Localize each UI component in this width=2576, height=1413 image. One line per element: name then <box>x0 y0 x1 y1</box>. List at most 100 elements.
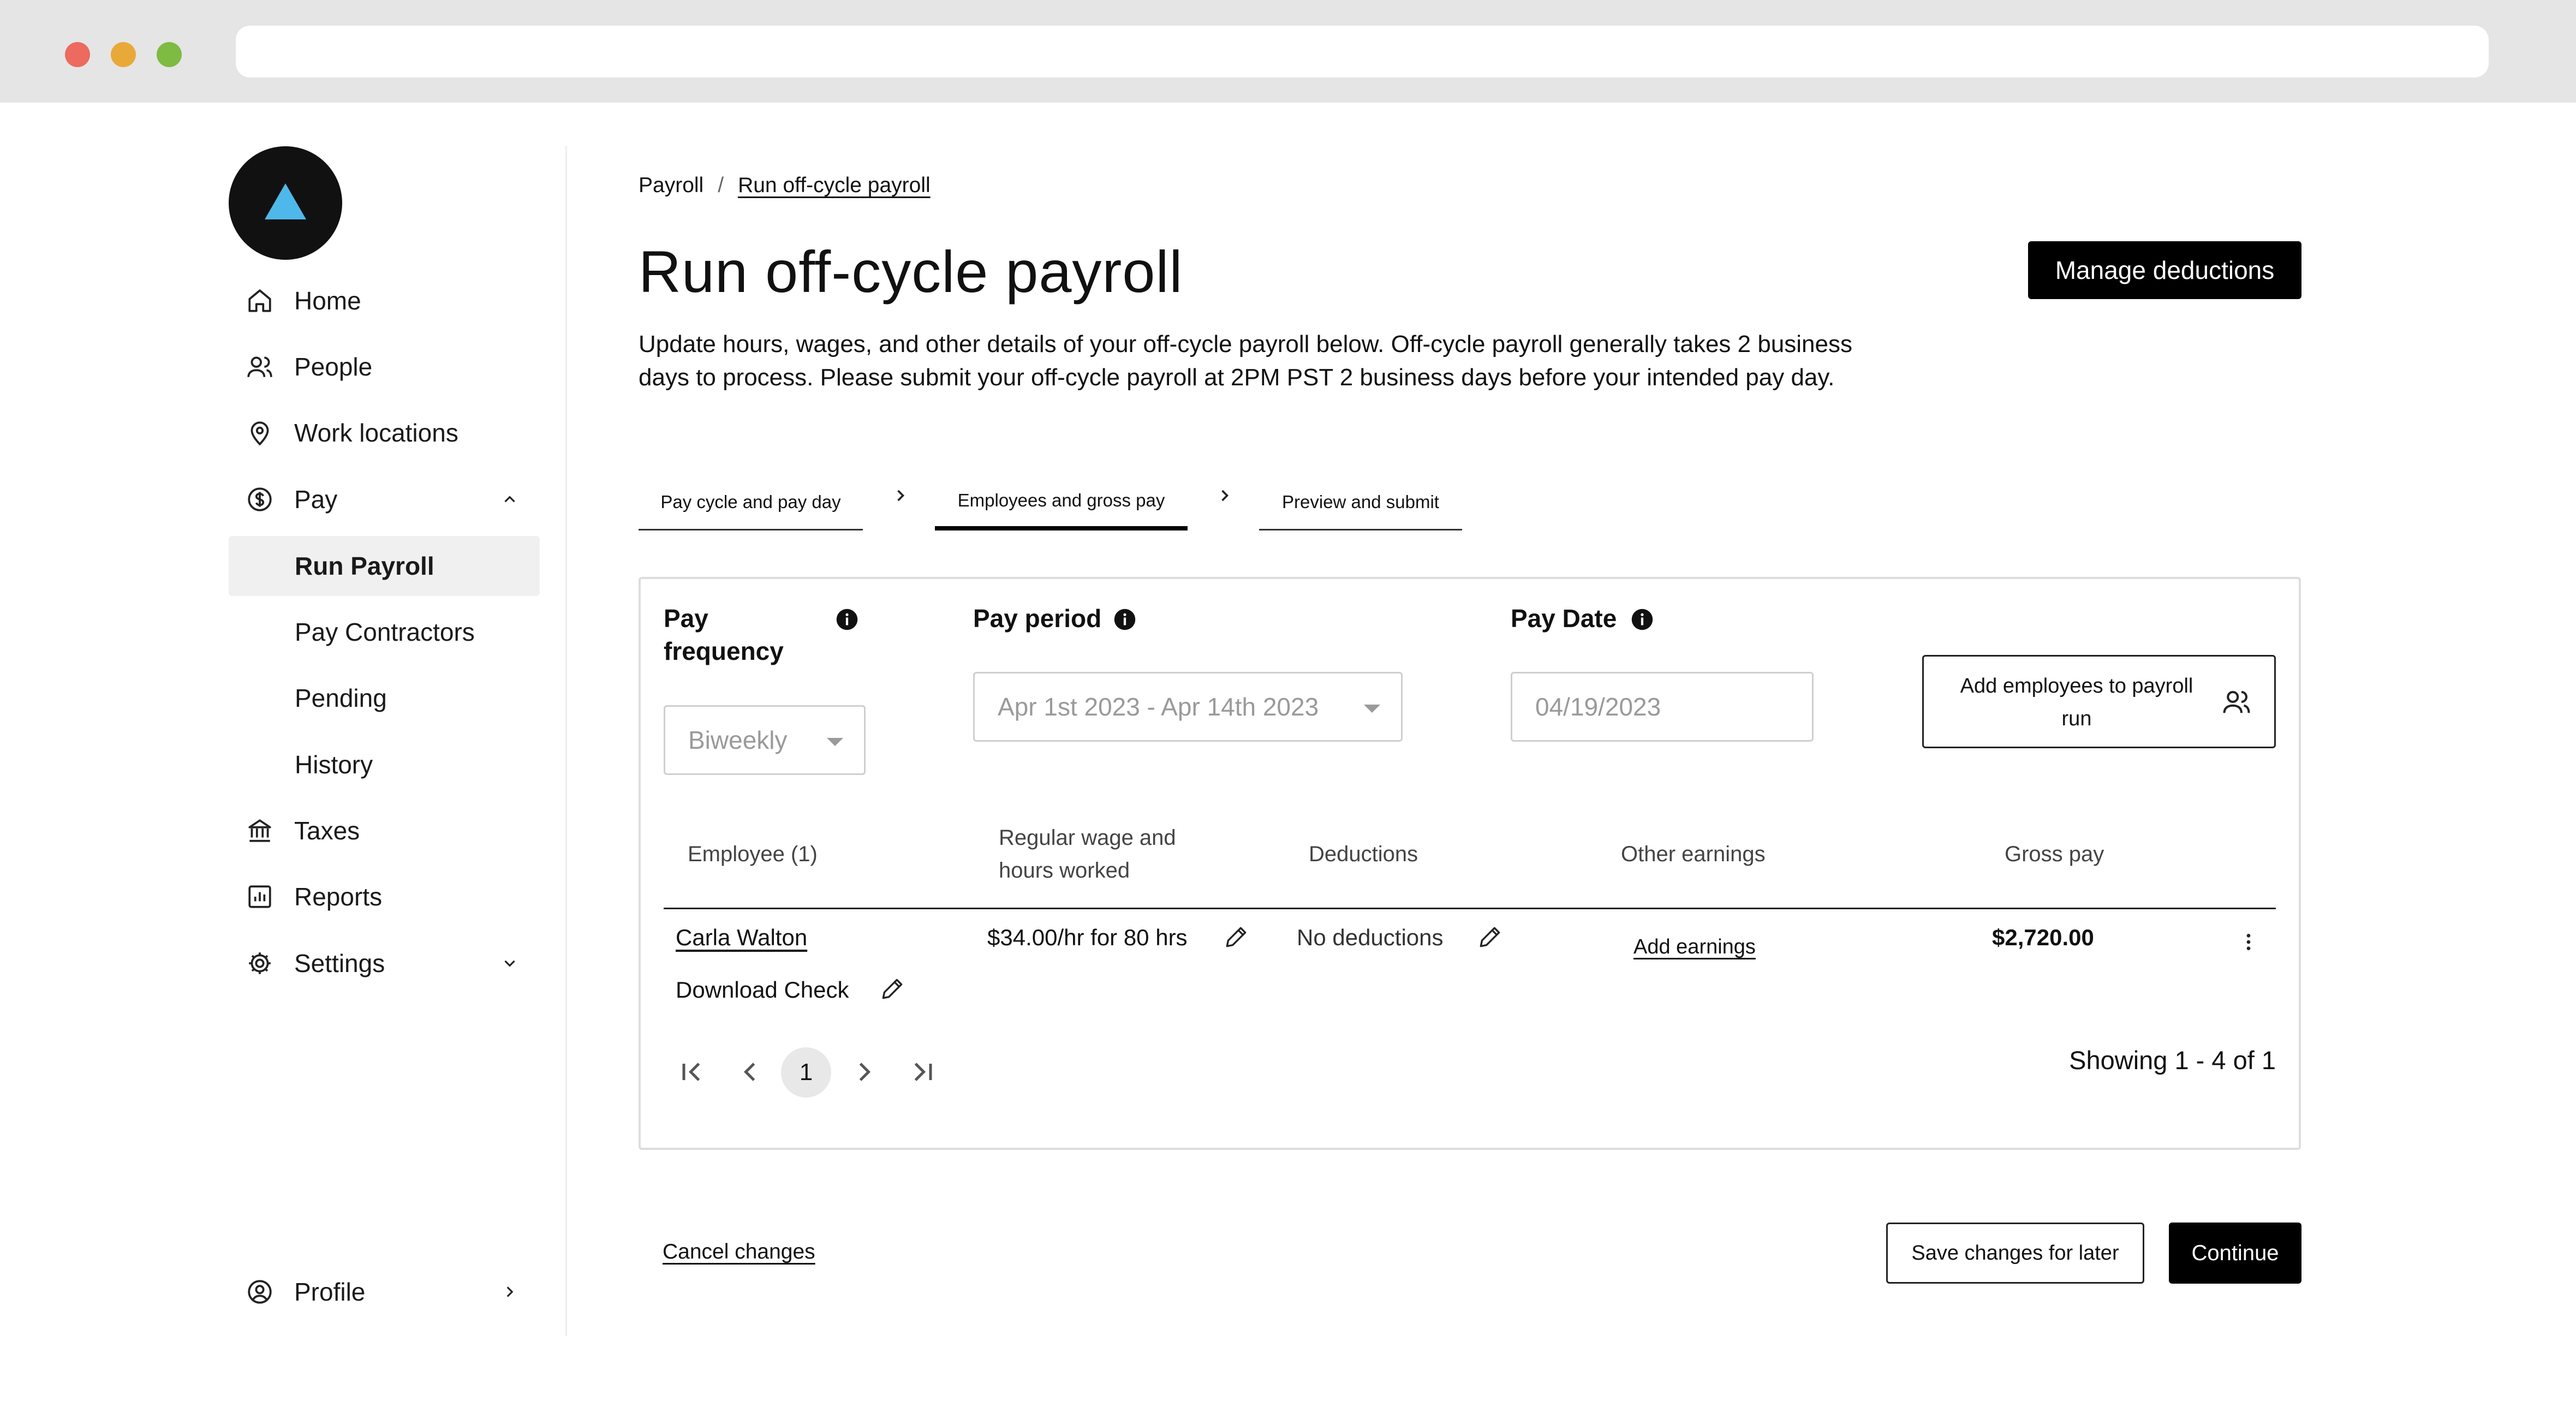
column-header-employee: Employee (1) <box>688 842 818 866</box>
continue-button[interactable]: Continue <box>2169 1223 2301 1284</box>
page-number-current[interactable]: 1 <box>781 1047 831 1098</box>
deductions-value: No deductions <box>1297 925 1444 950</box>
sidebar-item-pay[interactable]: Pay <box>229 469 540 529</box>
sidebar-item-label: Pay <box>294 485 338 514</box>
sidebar-item-label: Reports <box>294 883 383 911</box>
first-page-icon[interactable] <box>676 1056 708 1088</box>
page-title: Run off-cycle payroll <box>639 239 1183 305</box>
sidebar-item-label: People <box>294 353 373 381</box>
manage-deductions-button[interactable]: Manage deductions <box>2028 241 2301 299</box>
info-icon[interactable] <box>836 608 858 631</box>
window-minimize-button[interactable] <box>111 42 136 67</box>
save-for-later-button[interactable]: Save changes for later <box>1886 1223 2144 1284</box>
caret-down-icon <box>1364 705 1380 713</box>
table-row: Carla Walton Download Check $34.00/hr fo… <box>664 911 2276 1021</box>
select-value: Biweekly <box>688 726 788 754</box>
sidebar-item-label: Profile <box>294 1278 366 1306</box>
sidebar-item-label: Settings <box>294 949 385 977</box>
pay-period-select[interactable]: Apr 1st 2023 - Apr 14th 2023 <box>973 672 1403 742</box>
sidebar-item-label: Taxes <box>294 816 360 845</box>
sidebar-item-label: Run Payroll <box>295 552 434 580</box>
people-icon <box>2223 690 2250 713</box>
chevron-up-icon <box>504 496 515 503</box>
pay-frequency-label: Pay frequency <box>664 604 784 665</box>
next-page-icon[interactable] <box>848 1056 881 1088</box>
chevron-right-icon <box>897 490 905 502</box>
app-logo[interactable] <box>229 146 342 260</box>
wage-value: $34.00/hr for 80 hrs <box>987 925 1188 950</box>
user-circle-icon <box>243 1275 276 1308</box>
column-header-other-earnings: Other earnings <box>1621 842 1766 866</box>
sidebar-item-pending[interactable]: Pending <box>229 668 540 728</box>
sidebar-item-people[interactable]: People <box>229 337 540 397</box>
step-label: Pay cycle and pay day <box>660 491 841 512</box>
column-header-gross-pay: Gross pay <box>2005 842 2104 866</box>
caret-down-icon <box>827 738 843 746</box>
chevron-down-icon <box>504 960 515 967</box>
address-bar[interactable] <box>236 26 2489 77</box>
pencil-icon[interactable] <box>1223 923 1250 951</box>
info-icon[interactable] <box>1113 608 1136 631</box>
pay-period-label: Pay period <box>973 604 1102 633</box>
previous-page-icon[interactable] <box>734 1056 766 1088</box>
sidebar-item-taxes[interactable]: Taxes <box>229 801 540 861</box>
download-check-link[interactable]: Download Check <box>676 977 849 1003</box>
gear-icon <box>243 947 276 980</box>
gross-pay-value: $2,720.00 <box>1992 925 2094 950</box>
select-value: Apr 1st 2023 - Apr 14th 2023 <box>998 693 1319 721</box>
step-preview-submit[interactable]: Preview and submit <box>1259 475 1462 530</box>
bar-chart-icon <box>243 880 276 913</box>
info-icon[interactable] <box>1631 608 1654 631</box>
table-header-divider <box>664 908 2276 909</box>
sidebar-item-label: Home <box>294 287 361 315</box>
sidebar-item-work-locations[interactable]: Work locations <box>229 403 540 463</box>
pay-date-label: Pay Date <box>1511 604 1617 633</box>
last-page-icon[interactable] <box>906 1056 939 1088</box>
step-employees-gross-pay[interactable]: Employees and gross pay <box>935 475 1188 530</box>
cancel-changes-link[interactable]: Cancel changes <box>663 1240 815 1264</box>
window-maximize-button[interactable] <box>157 42 182 67</box>
pencil-icon[interactable] <box>1476 923 1504 951</box>
sidebar-item-label: Pay Contractors <box>295 618 475 646</box>
home-icon <box>243 284 276 317</box>
sidebar-item-home[interactable]: Home <box>229 271 540 331</box>
page-description: Update hours, wages, and other details o… <box>639 331 1852 391</box>
step-pay-cycle[interactable]: Pay cycle and pay day <box>639 475 863 530</box>
sidebar-item-label: Work locations <box>294 419 458 447</box>
button-label: Add employees to payroll run <box>1960 675 2193 730</box>
pagination-summary: Showing 1 - 4 of 1 <box>2069 1046 2276 1075</box>
sidebar-item-pay-contractors[interactable]: Pay Contractors <box>229 602 540 662</box>
sidebar-item-run-payroll[interactable]: Run Payroll <box>229 536 540 596</box>
sidebar-item-label: Pending <box>295 684 387 712</box>
input-value: 04/19/2023 <box>1535 693 1661 721</box>
add-earnings-link[interactable]: Add earnings <box>1633 935 1756 959</box>
bank-icon <box>243 814 276 847</box>
more-vertical-icon[interactable] <box>2238 931 2259 953</box>
sidebar-item-profile[interactable]: Profile <box>229 1262 540 1322</box>
breadcrumb: Payroll / Run off-cycle payroll <box>639 174 931 198</box>
employee-name-link[interactable]: Carla Walton <box>676 925 807 951</box>
sidebar-item-reports[interactable]: Reports <box>229 867 540 927</box>
column-header-deductions: Deductions <box>1309 842 1418 866</box>
sidebar-item-settings[interactable]: Settings <box>229 933 540 993</box>
pencil-icon[interactable] <box>879 975 906 1003</box>
location-pin-icon <box>243 416 276 449</box>
sidebar-item-history[interactable]: History <box>229 735 540 795</box>
breadcrumb-separator: / <box>718 174 724 197</box>
triangle-logo-icon <box>265 183 306 219</box>
pay-date-input[interactable]: 04/19/2023 <box>1511 672 1814 742</box>
chevron-right-icon <box>506 1286 514 1297</box>
window-close-button[interactable] <box>65 42 90 67</box>
step-label: Preview and submit <box>1282 491 1439 512</box>
sidebar-divider <box>565 146 567 1336</box>
chevron-right-icon <box>1221 490 1229 502</box>
pay-frequency-select[interactable]: Biweekly <box>664 705 866 775</box>
breadcrumb-current-link[interactable]: Run off-cycle payroll <box>738 174 931 198</box>
add-employees-button[interactable]: Add employees to payroll run <box>1922 655 2276 748</box>
people-icon <box>243 350 276 383</box>
column-header-wage: Regular wage and hours worked <box>999 826 1176 883</box>
step-label: Employees and gross pay <box>957 490 1165 510</box>
dollar-circle-icon <box>243 483 276 516</box>
sidebar-item-label: History <box>295 750 373 779</box>
breadcrumb-payroll-link[interactable]: Payroll <box>639 174 703 198</box>
